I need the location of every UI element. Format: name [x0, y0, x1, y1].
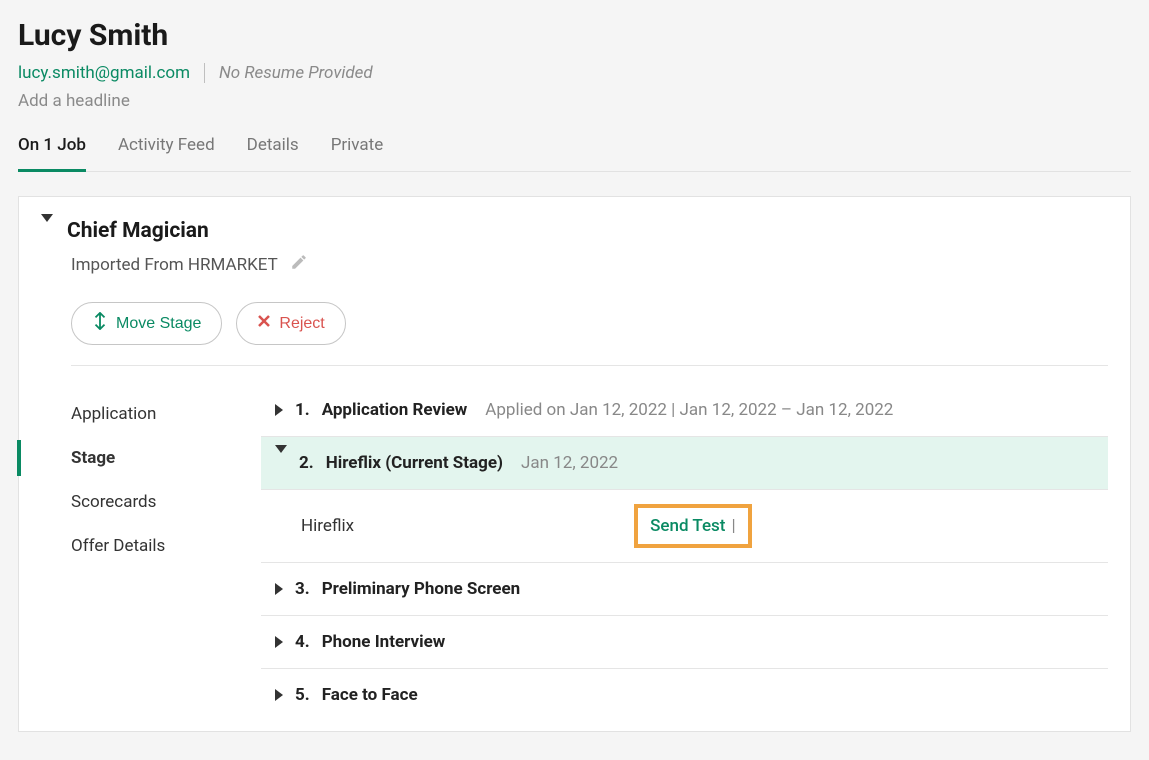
job-title: Chief Magician — [67, 219, 209, 243]
caret-down-icon[interactable] — [41, 222, 53, 241]
sidenav-offer-details[interactable]: Offer Details — [71, 524, 261, 568]
caret-right-icon — [275, 636, 283, 648]
move-stage-icon — [92, 312, 108, 335]
tab-details[interactable]: Details — [247, 135, 299, 171]
sidenav-stage[interactable]: Stage — [71, 436, 261, 480]
stage-number: 1. — [295, 400, 310, 420]
stage-name: Application Review — [322, 400, 468, 420]
reject-label: Reject — [279, 315, 324, 333]
stages-list: 1. Application Review Applied on Jan 12,… — [261, 366, 1108, 721]
caret-right-icon — [275, 404, 283, 416]
divider — [204, 63, 205, 83]
caret-right-icon — [275, 689, 283, 701]
stage-hireflix-subrow: Hireflix Send Test | — [261, 490, 1108, 563]
stage-preliminary-phone-screen[interactable]: 3. Preliminary Phone Screen — [261, 563, 1108, 616]
tab-private[interactable]: Private — [331, 135, 384, 171]
send-test-link[interactable]: Send Test — [650, 516, 725, 536]
reject-button[interactable]: Reject — [236, 302, 345, 345]
sidenav-application[interactable]: Application — [71, 392, 261, 436]
sidenav-scorecards[interactable]: Scorecards — [71, 480, 261, 524]
side-nav: Application Stage Scorecards Offer Detai… — [71, 366, 261, 721]
caret-right-icon — [275, 583, 283, 595]
send-test-highlight: Send Test | — [634, 504, 752, 548]
stage-face-to-face[interactable]: 5. Face to Face — [261, 669, 1108, 721]
stage-name: Face to Face — [322, 685, 418, 705]
pipe-separator: | — [731, 516, 735, 536]
job-body: Application Stage Scorecards Offer Detai… — [71, 366, 1108, 721]
tab-on-job[interactable]: On 1 Job — [18, 135, 86, 172]
stage-name: Hireflix (Current Stage) — [326, 453, 503, 473]
main-tabs: On 1 Job Activity Feed Details Private — [18, 135, 1131, 172]
pencil-icon[interactable] — [290, 253, 308, 276]
job-card: Chief Magician Imported From HRMARKET Mo… — [18, 196, 1131, 732]
stage-name: Preliminary Phone Screen — [322, 579, 521, 599]
imported-from-text: Imported From HRMARKET — [71, 255, 278, 275]
action-row: Move Stage Reject — [71, 302, 1108, 345]
imported-row: Imported From HRMARKET — [71, 253, 1108, 276]
caret-down-icon — [275, 453, 287, 473]
stage-number: 3. — [295, 579, 310, 599]
stage-meta: Applied on Jan 12, 2022 | Jan 12, 2022 –… — [485, 400, 893, 420]
no-resume-text: No Resume Provided — [219, 63, 373, 83]
stage-number: 5. — [295, 685, 310, 705]
stage-name: Phone Interview — [322, 632, 446, 652]
add-headline-link[interactable]: Add a headline — [18, 91, 1131, 111]
candidate-email-link[interactable]: lucy.smith@gmail.com — [18, 63, 190, 83]
stage-hireflix-current[interactable]: 2. Hireflix (Current Stage) Jan 12, 2022 — [261, 437, 1108, 490]
hireflix-label: Hireflix — [301, 516, 354, 536]
stage-meta: Jan 12, 2022 — [521, 453, 618, 473]
candidate-name: Lucy Smith — [18, 18, 1131, 53]
candidate-meta-row: lucy.smith@gmail.com No Resume Provided — [18, 63, 1131, 83]
stage-number: 2. — [299, 453, 314, 473]
move-stage-button[interactable]: Move Stage — [71, 302, 222, 345]
reject-icon — [257, 314, 271, 333]
job-header: Chief Magician — [41, 219, 1108, 243]
tab-activity-feed[interactable]: Activity Feed — [118, 135, 215, 171]
stage-application-review[interactable]: 1. Application Review Applied on Jan 12,… — [261, 384, 1108, 437]
stage-number: 4. — [295, 632, 310, 652]
move-stage-label: Move Stage — [116, 315, 201, 333]
stage-phone-interview[interactable]: 4. Phone Interview — [261, 616, 1108, 669]
